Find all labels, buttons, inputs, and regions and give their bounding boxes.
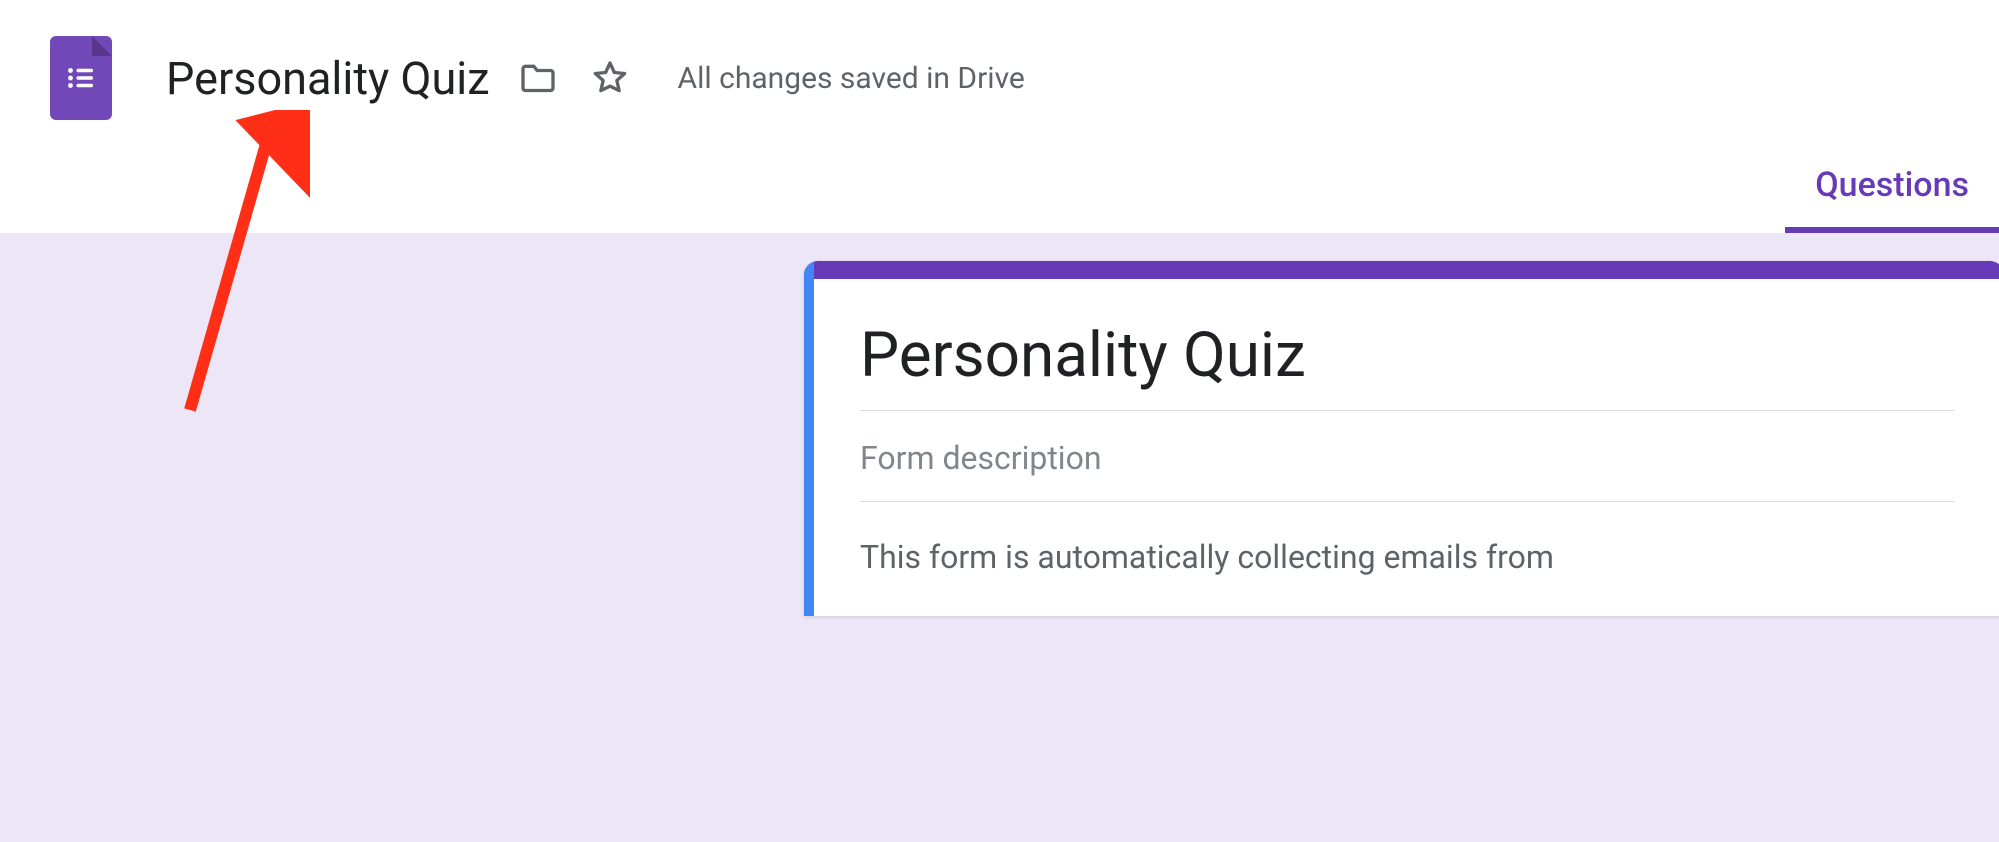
header-bar: Personality Quiz All changes saved in Dr…: [0, 0, 1999, 128]
form-title-input[interactable]: Personality Quiz: [860, 319, 1954, 411]
auto-collect-note: This form is automatically collecting em…: [860, 502, 1954, 576]
form-header-card[interactable]: Personality Quiz Form description This f…: [804, 261, 1999, 616]
tab-questions[interactable]: Questions: [1785, 141, 1999, 233]
card-body: Personality Quiz Form description This f…: [804, 279, 1999, 616]
list-icon: [63, 60, 99, 96]
google-forms-icon[interactable]: [50, 36, 112, 120]
tabs-row: Questions: [0, 128, 1999, 233]
editor-canvas: Personality Quiz Form description This f…: [0, 233, 1999, 842]
card-accent-left: [804, 261, 814, 616]
star-icon[interactable]: [586, 54, 634, 102]
save-status: All changes saved in Drive: [678, 61, 1025, 96]
folder-icon[interactable]: [514, 54, 562, 102]
card-accent-top: [804, 261, 1999, 279]
document-title[interactable]: Personality Quiz: [166, 52, 490, 105]
form-description-input[interactable]: Form description: [860, 411, 1954, 502]
